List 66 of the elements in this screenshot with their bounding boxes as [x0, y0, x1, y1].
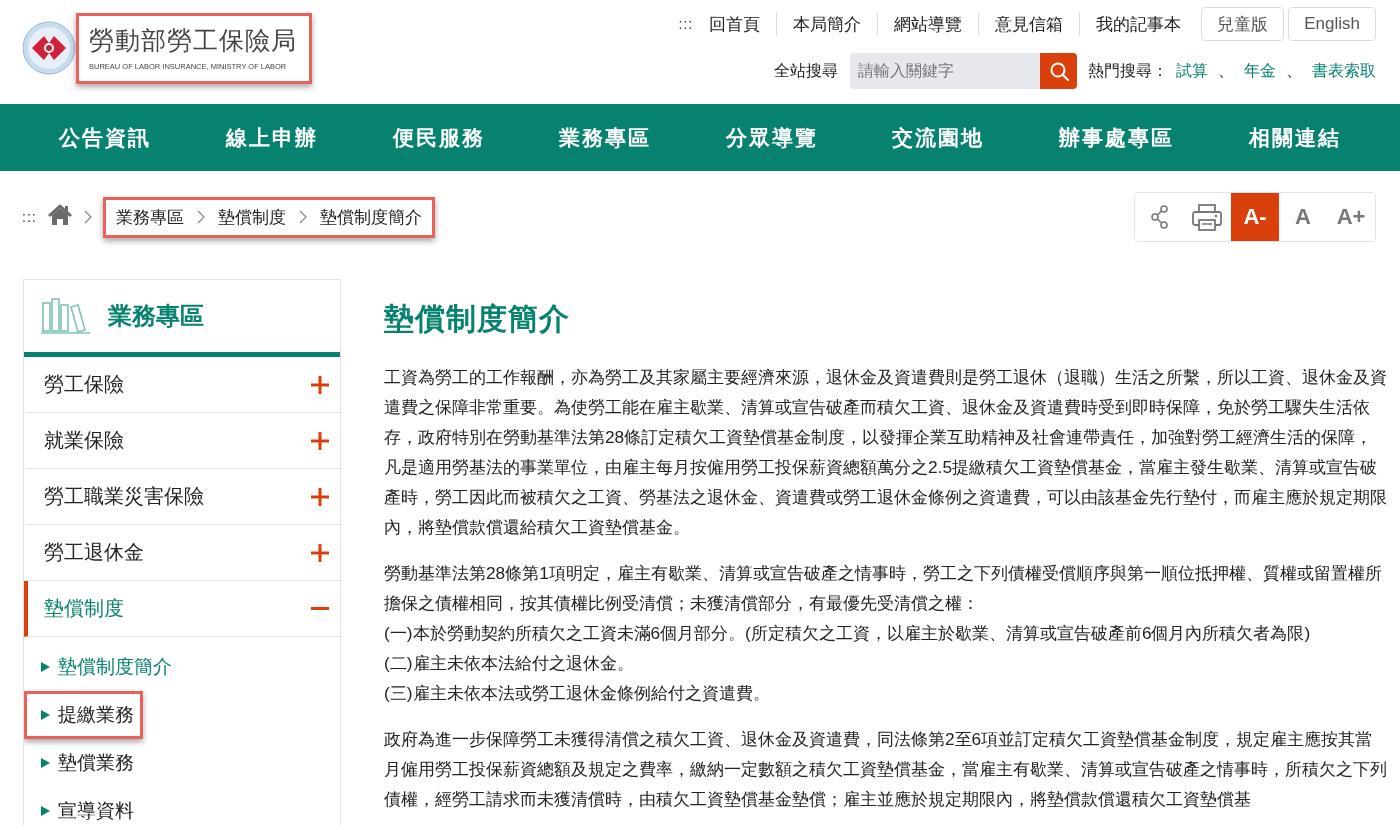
share-icon — [1149, 204, 1169, 230]
paragraph-text: (二)雇主未依本法給付之退休金。 — [384, 652, 635, 675]
breadcrumb-link[interactable]: 墊償制度簡介 — [319, 205, 422, 229]
top-link[interactable]: 回首頁 — [709, 12, 777, 36]
chevron-icon — [82, 209, 93, 225]
hot-search-link[interactable]: 書表索取 — [1312, 60, 1376, 82]
triangle-icon — [41, 662, 50, 672]
separator-mark: 、 — [1217, 60, 1235, 81]
submenu-link[interactable]: 墊償業務 — [24, 739, 143, 787]
language-button[interactable]: English — [1288, 7, 1376, 41]
breadcrumb-link[interactable]: 墊償制度 — [217, 205, 286, 229]
emblem-icon — [22, 21, 76, 75]
sidebar-title: 業務專區 — [108, 301, 204, 331]
nav-item[interactable]: 便民服務 — [392, 123, 485, 152]
accesskey-link[interactable]: ::: — [678, 16, 694, 32]
search-button[interactable] — [1040, 53, 1077, 89]
paragraph-text: (三)雇主未依本法或勞工退休金條例給付之資遣費。 — [384, 682, 771, 705]
expand-icon — [311, 431, 329, 450]
paragraph-text: 勞動基準法第28條第1項明定，雇主有歇業、清算或宣告破產之情事時，勞工之下列債權受償順序與第一順位抵押權、質權或留置權所擔保之債權相同，按其債權比例受清償；未獲清償部分，有最優先受清償之權： — [384, 562, 1383, 615]
chevron-icon — [297, 209, 308, 225]
triangle-icon — [41, 710, 50, 720]
submenu-link[interactable]: 提繳業務 — [24, 691, 143, 739]
nav-item[interactable]: 交流園地 — [892, 123, 985, 152]
submenu-link[interactable]: 宣導資料 — [24, 787, 143, 825]
breadcrumb-link[interactable]: 業務專區 — [115, 205, 184, 229]
nav-item[interactable]: 公告資訊 — [59, 123, 152, 152]
nav-item[interactable]: 相關連結 — [1248, 123, 1341, 152]
books-icon — [40, 297, 92, 335]
search-icon — [1048, 61, 1069, 81]
paragraph-text: 工資為勞工的工作報酬，亦為勞工及其家屬主要經濟來源，退休金及資遣費則是勞工退休（退職）生活之所繫，所以工資、退休金及資遣費之保障非常重要。為使勞工能在雇主歇業、清算或宣告破產而積欠工資、退休金及資遣費時受到即時保障，免於勞工驟失生活依存，政府特別在勞動基準法第28條訂定積欠工資墊償基金制度，以發揮企業互助精神及社會連帶責任，加強對勞工經濟生活的保障，凡是適用勞基法的事業單位，由雇主每月按僱用勞工投保薪資總額萬分之2.5提繳積欠工資墊償基金，當雇主發生歇業、清算或宣告破產時，勞工因此而被積欠之工資、勞基法之退休金、資遣費或勞工退休金條例之資遣費，可以由該基金先行墊付，而雇主應於規定期限內，將墊償款償還給積欠工資墊償基金。 — [384, 366, 1388, 539]
top-link[interactable]: 意見信箱 — [979, 12, 1080, 36]
nav-item[interactable]: 辦事處專區 — [1059, 123, 1175, 152]
accesskey-link[interactable]: ::: — [22, 209, 37, 225]
nav-item[interactable]: 線上申辦 — [225, 123, 318, 152]
triangle-icon — [41, 806, 50, 816]
sidebar-item[interactable]: 墊償制度 — [24, 581, 340, 637]
top-link[interactable]: 網站導覽 — [878, 12, 979, 36]
top-link[interactable]: 我的記事本 — [1080, 12, 1198, 36]
submenu-link[interactable]: 墊償制度簡介 — [24, 643, 181, 691]
paragraph-text: 政府為進一步保障勞工未獲得清償之積欠工資、退休金及資遣費，同法條第2至6項並訂定積欠工資墊償基金制度，規定雇主應按其當月僱用勞工投保薪資總額及規定之費率，繳納一定數額之積欠工資墊償基金，當雇主有歇業、清算或宣告破產之情事時，所積欠之下列債權，經勞工請求而未獲清償時，由積欠工資墊償基金墊償；雇主並應於規定期限內，將墊償款償還積欠工資墊償基 — [384, 728, 1388, 811]
home-icon — [46, 203, 73, 227]
expand-icon — [311, 375, 329, 394]
expand-icon — [311, 543, 329, 562]
search-label: 全站搜尋 — [774, 60, 838, 81]
expand-icon — [311, 487, 329, 506]
sidebar-item[interactable]: 勞工職業災害保險 — [24, 469, 340, 525]
language-button[interactable]: 兒童版 — [1201, 7, 1285, 41]
nav-item[interactable]: 分眾導覽 — [725, 123, 818, 152]
printer-icon — [1192, 203, 1222, 231]
sidebar-item[interactable]: 勞工退休金 — [24, 525, 340, 581]
sidebar-item[interactable]: 就業保險 — [24, 413, 340, 469]
top-link[interactable]: 本局簡介 — [777, 12, 878, 36]
font-size-button[interactable]: A- — [1231, 193, 1279, 241]
search-field[interactable]: 請輸入關鍵字 — [850, 53, 1040, 89]
hot-search-label: 熱門搜尋： — [1088, 60, 1168, 81]
site-title: 勞動部勞工保險局 — [89, 24, 297, 56]
separator-mark: 、 — [1285, 60, 1303, 81]
sidebar-item[interactable]: 勞工保險 — [24, 357, 340, 413]
triangle-icon — [41, 758, 50, 768]
page-title: 墊償制度簡介 — [384, 301, 571, 337]
nav-item[interactable]: 業務專區 — [559, 123, 652, 152]
chevron-icon — [195, 209, 206, 225]
hot-search-link[interactable]: 試算 — [1176, 60, 1208, 82]
collapse-icon — [311, 607, 329, 610]
hot-search-link[interactable]: 年金 — [1244, 60, 1276, 82]
paragraph-text: (一)本於勞動契約所積欠之工資未滿6個月部分。(所定積欠之工資，以雇主於歇業、清算或宣告破產前6個月內所積欠者為限) — [384, 622, 1312, 645]
